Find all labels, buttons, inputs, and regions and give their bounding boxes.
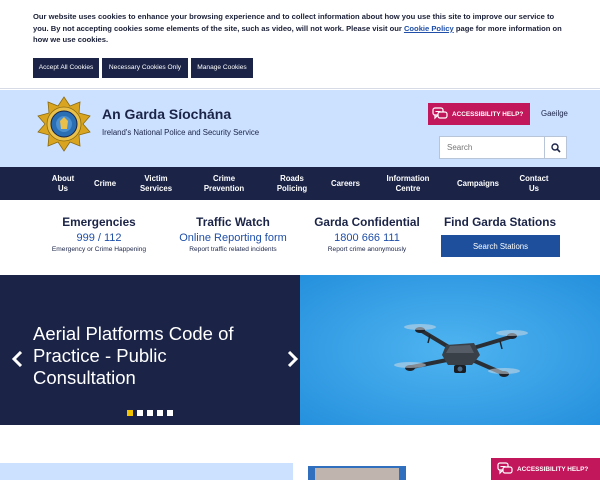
search-input[interactable] [440,137,544,158]
quick-link-traffic-watch: Traffic Watch Online Reporting form Repo… [166,215,300,253]
confidential-number-link[interactable]: 1800 666 111 [302,232,432,244]
chat-bubbles-icon [432,107,448,120]
quick-link-title: Garda Confidential [314,215,420,229]
content-card[interactable] [0,463,293,480]
nav-label-line2: Prevention [203,183,245,193]
chevron-right-icon[interactable] [287,351,299,367]
chat-bubbles-icon [497,462,513,475]
chevron-left-icon[interactable] [11,351,23,367]
quick-link-garda-confidential: Garda Confidential 1800 666 111 Report c… [302,215,432,253]
search-stations-button[interactable]: Search Stations [441,235,560,257]
nav-item-victim-services[interactable]: Victim Services [131,167,181,200]
hero-carousel: Aerial Platforms Code of Practice - Publ… [0,275,600,425]
site-subtitle: Ireland's National Police and Security S… [102,128,260,137]
necessary-cookies-only-button[interactable]: Necessary Cookies Only [102,58,188,78]
nav-label-line1: Victim [144,174,168,183]
nav-label: Crime [93,178,117,188]
quick-link-find-stations: Find Garda Stations [438,215,562,229]
nav-label-line1: Roads [280,174,304,183]
quick-link-desc: Report traffic related incidents [189,246,277,253]
garda-crest-icon[interactable] [36,96,92,152]
nav-label: Careers [330,178,361,188]
online-reporting-form-link[interactable]: Online Reporting form [166,232,300,244]
carousel-dot-1[interactable] [127,410,133,416]
nav-item-roads-policing[interactable]: Roads Policing [267,167,317,200]
nav-label-line1: Crime [212,174,236,183]
language-link[interactable]: Gaeilge [541,109,568,118]
nav-label: Campaigns [456,178,500,188]
carousel-dot-4[interactable] [157,410,163,416]
carousel-dot-3[interactable] [147,410,153,416]
cookie-banner: Our website uses cookies to enhance your… [0,0,600,89]
carousel-dot-2[interactable] [137,410,143,416]
portrait-image [315,468,399,480]
nav-item-crime[interactable]: Crime [86,167,124,200]
quick-link-title: Traffic Watch [196,215,270,229]
carousel-dot-5[interactable] [167,410,173,416]
nav-label-line1: Contact [519,174,549,183]
manage-cookies-button[interactable]: Manage Cookies [191,58,253,78]
emergency-number-link[interactable]: 999 / 112 [34,232,164,244]
floating-accessibility-help-button[interactable]: ACCESSIBILITY HELP? [491,458,600,480]
quick-link-desc: Report crime anonymously [327,246,407,253]
nav-label-line2: Centre [395,183,421,193]
search-box [439,136,567,159]
nav-label-line2: Us [58,183,68,193]
nav-item-campaigns[interactable]: Campaigns [450,167,506,200]
quick-link-desc: Emergency or Crime Happening [51,246,147,253]
quick-link-title: Emergencies [62,215,136,229]
carousel-dots [127,410,173,416]
accessibility-help-button[interactable]: ACCESSIBILITY HELP? [428,103,530,125]
accessibility-help-label: ACCESSIBILITY HELP? [517,465,589,473]
nav-label-line2: Services [139,183,173,193]
accessibility-help-label: ACCESSIBILITY HELP? [452,110,524,118]
nav-item-information-centre[interactable]: Information Centre [377,167,439,200]
nav-item-contact-us[interactable]: Contact Us [513,167,555,200]
nav-item-about-us[interactable]: About Us [43,167,83,200]
hero-text-panel: Aerial Platforms Code of Practice - Publ… [0,275,300,425]
cookie-policy-link[interactable]: Cookie Policy [404,24,454,33]
site-header: An Garda Síochána Ireland's National Pol… [0,90,600,167]
search-icon [550,142,561,153]
accept-all-cookies-button[interactable]: Accept All Cookies [33,58,99,78]
main-nav: About Us Crime Victim Services Crime Preven… [0,167,600,200]
quick-link-emergencies: Emergencies 999 / 112 Emergency or Crime… [34,215,164,253]
nav-item-careers[interactable]: Careers [323,167,368,200]
nav-item-crime-prevention[interactable]: Crime Prevention [195,167,253,200]
search-button[interactable] [544,137,566,158]
cookie-message: Our website uses cookies to enhance your… [33,11,568,46]
site-title[interactable]: An Garda Síochána [102,106,231,122]
nav-label-line2: Us [529,183,539,193]
drone-image [300,275,600,425]
nav-label-line2: Policing [276,183,308,193]
hero-image [300,275,600,425]
quick-link-title: Find Garda Stations [443,215,557,229]
cookie-buttons: Accept All Cookies Necessary Cookies Onl… [33,58,253,78]
hero-title[interactable]: Aerial Platforms Code of Practice - Publ… [33,323,273,389]
nav-label-line1: About [51,174,75,183]
nav-label-line1: Information [386,174,430,183]
